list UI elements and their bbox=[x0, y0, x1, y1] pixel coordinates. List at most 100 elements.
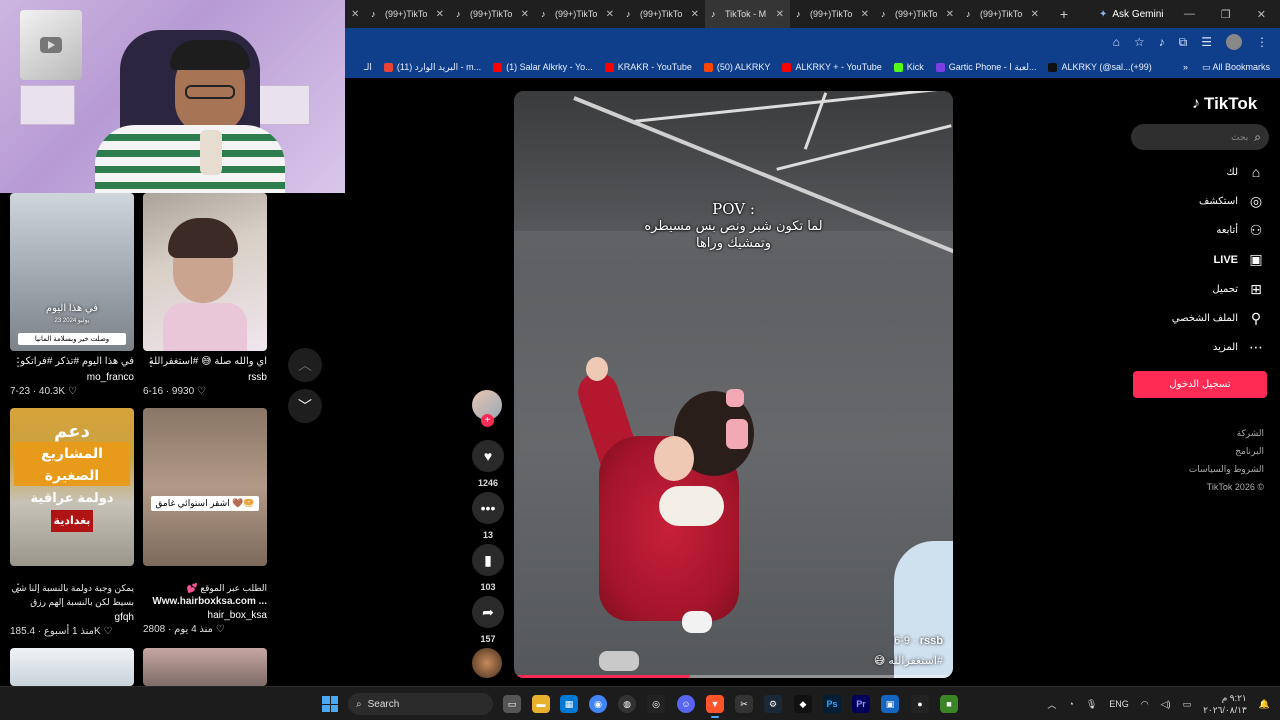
app-icon[interactable]: ◆ bbox=[794, 695, 812, 713]
video-author[interactable]: rssb bbox=[920, 635, 943, 647]
bookmark-item[interactable]: ALKRKY (@sal...(+99) bbox=[1042, 62, 1157, 73]
clock[interactable]: ٩:٢١ م ٢٠٢٦/٠٨/١٣ bbox=[1203, 692, 1247, 716]
comment-action[interactable]: ••• 13 bbox=[471, 492, 505, 540]
share-action[interactable]: ➦ 157 bbox=[471, 596, 505, 644]
translate-icon[interactable]: ⌂ bbox=[1113, 35, 1120, 49]
capcut-icon[interactable]: ✂ bbox=[735, 695, 753, 713]
browser-tab[interactable]: ♪ (99+)TikTo ✕ bbox=[960, 0, 1045, 28]
footer-link-terms[interactable]: الشروط والسياسات bbox=[1189, 460, 1264, 478]
browser-tab[interactable]: ♪ (99+)TikTo ✕ bbox=[535, 0, 620, 28]
sidebar-item-following[interactable]: ⚇ أتابعه bbox=[1216, 222, 1264, 239]
microphone-icon[interactable]: 🎙 bbox=[1086, 699, 1097, 710]
chrome-icon[interactable]: ◉ bbox=[589, 695, 607, 713]
app-icon[interactable]: ● bbox=[911, 695, 929, 713]
tiktok-logo[interactable]: ♪ TikTok bbox=[1192, 94, 1257, 114]
app-icon[interactable]: ◍ bbox=[618, 695, 636, 713]
search-input[interactable]: بحث ⌕ bbox=[1131, 124, 1269, 150]
feed-thumbnail[interactable]: اشقر استوائي غامق 🤎🥯 bbox=[143, 408, 267, 566]
close-icon[interactable]: ✕ bbox=[776, 9, 784, 20]
bookmark-item[interactable]: (50) ALKRKY bbox=[698, 62, 777, 73]
discord-icon[interactable]: ☺ bbox=[677, 695, 695, 713]
footer-link-company[interactable]: الشركة bbox=[1189, 424, 1264, 442]
feed-thumbnail[interactable]: دعم المشاريع الصغيرة دولمة عراقية بغدادي… bbox=[10, 408, 134, 566]
task-view-icon[interactable]: ▭ bbox=[503, 695, 521, 713]
feed-thumbnail[interactable] bbox=[10, 648, 134, 686]
feed-thumbnail[interactable] bbox=[143, 193, 267, 351]
obs-icon[interactable]: ◎ bbox=[647, 695, 665, 713]
brave-icon[interactable]: ▼ bbox=[706, 695, 724, 718]
windows-start-button[interactable] bbox=[322, 696, 338, 712]
store-icon[interactable]: ▦ bbox=[560, 695, 578, 713]
bookmark-item[interactable]: ALKRKY + - YouTube bbox=[776, 62, 887, 73]
save-action[interactable]: ▮ 103 bbox=[471, 544, 505, 592]
minecraft-icon[interactable]: ■ bbox=[940, 695, 958, 713]
close-window-button[interactable]: ✕ bbox=[1257, 8, 1266, 21]
footer-link-program[interactable]: البرنامج bbox=[1189, 442, 1264, 460]
search-icon[interactable]: ⌕ bbox=[1254, 130, 1261, 145]
music-disc-icon[interactable] bbox=[472, 648, 502, 678]
browser-tab[interactable]: ♪ (99+)TikTo ✕ bbox=[450, 0, 535, 28]
menu-icon[interactable]: ⋮ bbox=[1256, 35, 1268, 49]
close-icon[interactable]: ✕ bbox=[861, 9, 869, 20]
photoshop-icon[interactable]: Ps bbox=[823, 695, 841, 713]
media-control-icon[interactable]: ♪ bbox=[1159, 35, 1165, 49]
tab-partial[interactable]: ✕ bbox=[345, 0, 365, 28]
bookmark-star-icon[interactable]: ☆ bbox=[1134, 35, 1145, 49]
premiere-icon[interactable]: Pr bbox=[852, 695, 870, 713]
feed-caption-link[interactable]: Www.hairboxksa.com ... bbox=[143, 595, 267, 609]
feed-author[interactable]: gfqh bbox=[10, 611, 134, 625]
restore-button[interactable]: ❐ bbox=[1221, 8, 1231, 21]
browser-tab[interactable]: ♪ TikTok - M ✕ bbox=[705, 0, 790, 28]
sidebar-item-more[interactable]: ⋯ المزيد bbox=[1213, 339, 1264, 356]
bookmark-item[interactable]: الـ bbox=[345, 62, 378, 73]
close-icon[interactable]: ✕ bbox=[606, 9, 614, 20]
feed-author[interactable]: rssb bbox=[143, 371, 267, 385]
app-icon[interactable]: ▣ bbox=[881, 695, 899, 713]
steam-icon[interactable]: ⚙ bbox=[764, 695, 782, 713]
taskbar-search[interactable]: ⌕ Search bbox=[348, 693, 493, 715]
profile-avatar[interactable] bbox=[1226, 34, 1242, 50]
close-icon[interactable]: ✕ bbox=[1031, 9, 1039, 20]
sidebar-item-live[interactable]: ▣ LIVE bbox=[1214, 251, 1264, 268]
file-explorer-icon[interactable]: ▬ bbox=[532, 695, 550, 713]
volume-icon[interactable]: ◁) bbox=[1161, 699, 1171, 710]
next-video-button[interactable]: ﹀ bbox=[288, 389, 322, 423]
feed-thumbnail[interactable]: في هذا اليوم 23 يوليو 2024 وصلت خير وبسل… bbox=[10, 193, 134, 351]
wifi-icon[interactable]: ◠ bbox=[1141, 699, 1149, 710]
sidebar-item-profile[interactable]: ⚲ الملف الشخصي bbox=[1172, 310, 1264, 327]
browser-tab[interactable]: ♪ (99+)TikTo ✕ bbox=[875, 0, 960, 28]
feed-author[interactable]: hair_box_ksa bbox=[143, 609, 267, 623]
like-action[interactable]: ♥ 1246 bbox=[471, 440, 505, 488]
chevron-up-icon[interactable]: ︿ bbox=[1047, 698, 1056, 711]
network-icon[interactable]: ◔ bbox=[1068, 699, 1073, 709]
sidebar-item-foryou[interactable]: ⌂ لك bbox=[1227, 164, 1264, 180]
more-bookmarks-icon[interactable]: » bbox=[1183, 62, 1188, 73]
feed-thumbnail[interactable] bbox=[143, 648, 267, 686]
bookmark-item[interactable]: KRAKR - YouTube bbox=[599, 62, 698, 73]
new-tab-button[interactable]: + bbox=[1049, 6, 1079, 22]
previous-video-button[interactable]: ︿ bbox=[288, 348, 322, 382]
reading-list-icon[interactable]: ☰ bbox=[1201, 35, 1212, 49]
bookmark-item[interactable]: Kick bbox=[888, 62, 930, 73]
close-icon[interactable]: ✕ bbox=[946, 9, 954, 20]
language-indicator[interactable]: ENG bbox=[1109, 699, 1129, 709]
notifications-icon[interactable]: 🔔 bbox=[1259, 699, 1270, 710]
login-button[interactable]: تسجيل الدخول bbox=[1133, 371, 1267, 398]
sidebar-item-upload[interactable]: ⊞ تحميل bbox=[1212, 281, 1264, 298]
close-icon[interactable]: ✕ bbox=[691, 9, 699, 20]
bookmark-item[interactable]: (11) البريد الوارد - m... bbox=[378, 62, 487, 73]
browser-tab[interactable]: ♪ (99+)TikTo ✕ bbox=[365, 0, 450, 28]
bookmark-item[interactable]: (1) Salar Alkrky - Yo... bbox=[487, 62, 599, 73]
close-icon[interactable]: ✕ bbox=[436, 9, 444, 20]
follow-button[interactable]: + bbox=[481, 414, 494, 427]
minimize-button[interactable]: — bbox=[1184, 8, 1195, 21]
sidebar-item-explore[interactable]: ◎ استكشف bbox=[1199, 193, 1264, 210]
close-icon[interactable]: ✕ bbox=[351, 9, 359, 20]
browser-tab[interactable]: ♪ (99+)TikTo ✕ bbox=[620, 0, 705, 28]
bookmark-item[interactable]: Gartic Phone - لعبة ا... bbox=[930, 62, 1043, 73]
all-bookmarks-button[interactable]: ▭ All Bookmarks bbox=[1202, 62, 1270, 73]
video-player[interactable]: POV : لما تكون شبر ونص بس مسيطره وتمشيك … bbox=[514, 91, 953, 678]
video-hashtag[interactable]: #استغفرالله 😅 bbox=[874, 651, 943, 671]
ask-gemini-button[interactable]: ✦ Ask Gemini bbox=[1099, 9, 1164, 20]
battery-icon[interactable]: ▭ bbox=[1183, 699, 1192, 710]
